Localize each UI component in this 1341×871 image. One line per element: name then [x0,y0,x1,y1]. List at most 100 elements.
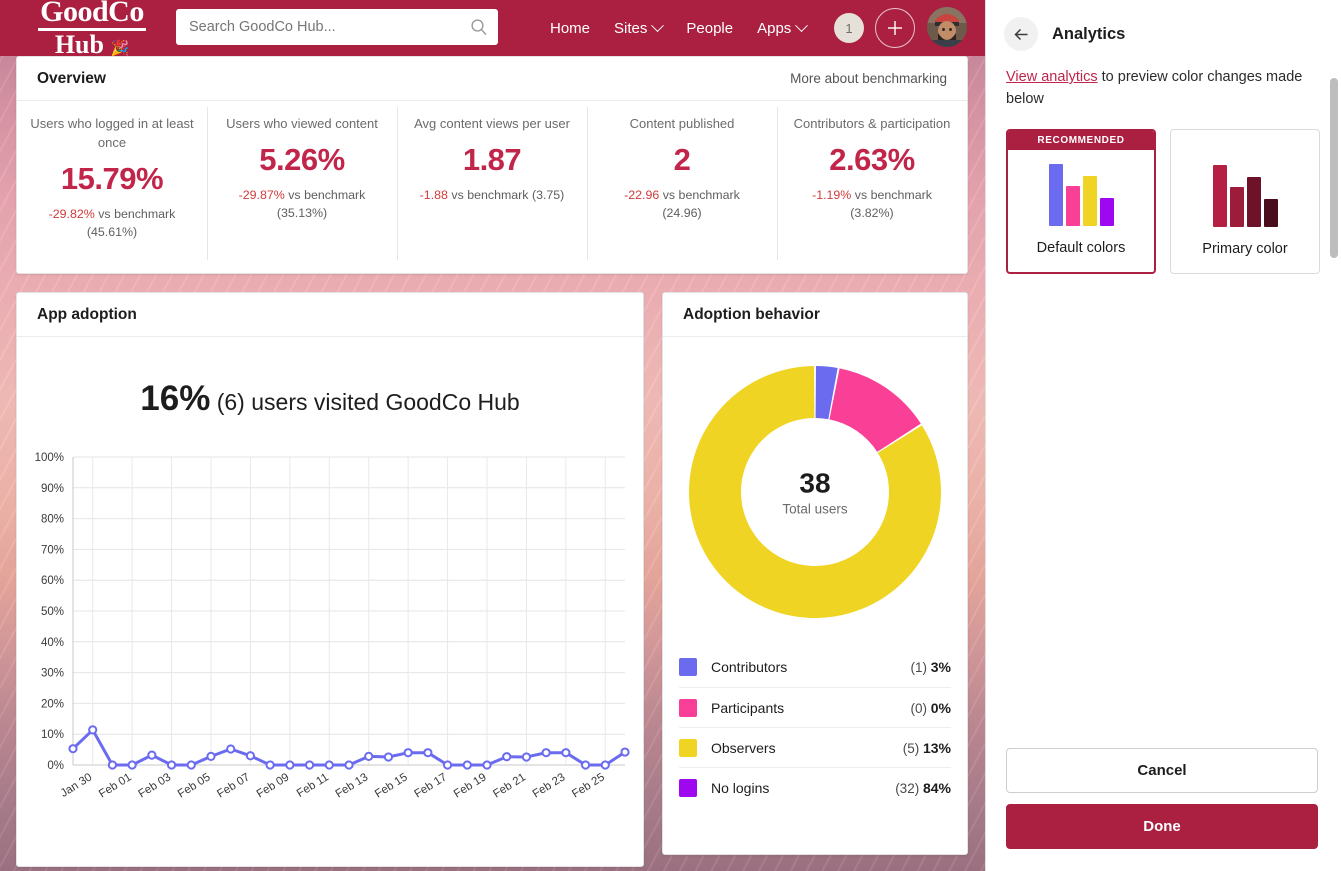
app-adoption-card-header: App adoption [17,293,643,337]
app-adoption-title: App adoption [37,306,137,324]
metric-contributors: Contributors & participation 2.63% -1.19… [777,101,967,274]
metric-bench-text: vs benchmark [288,188,365,202]
app-adoption-line-chart[interactable]: 0%10%20%30%40%50%60%70%80%90%100%Jan 30F… [17,445,643,815]
avatar-image [927,7,967,47]
logo-line-1: GoodCo [38,0,146,31]
svg-text:Feb 13: Feb 13 [334,771,371,800]
view-analytics-link[interactable]: View analytics [1006,69,1098,85]
color-option-primary-color[interactable]: Primary color [1170,129,1320,274]
svg-text:10%: 10% [41,729,64,741]
metric-benchmark: -1.19% vs benchmark (3.82%) [812,187,932,223]
svg-text:0%: 0% [47,760,64,772]
legend-swatch-icon [679,699,697,717]
legend-swatch-icon [679,658,697,676]
legend-item-participants[interactable]: Participants (0) 0% [679,687,951,727]
legend-label: No logins [711,780,895,796]
legend-label: Participants [711,700,911,716]
logo-line-2: Hub [55,30,104,59]
svg-text:70%: 70% [41,544,64,556]
more-about-benchmarking-link[interactable]: More about benchmarking [790,71,947,86]
legend-item-observers[interactable]: Observers (5) 13% [679,727,951,767]
metric-delta: -1.88 [420,188,448,202]
chevron-down-icon [795,19,808,32]
metric-delta: -1.19% [812,188,851,202]
legend-value: (5) 13% [903,740,951,756]
overview-card-header: Overview More about benchmarking [17,57,967,101]
svg-text:30%: 30% [41,668,64,680]
color-option-default-colors[interactable]: RECOMMENDED Default colors [1006,129,1156,274]
primary-nav: Home Sites People Apps [550,0,806,56]
svg-text:Feb 01: Feb 01 [97,771,134,800]
svg-text:Feb 11: Feb 11 [295,771,331,800]
logo-glyph-icon: 🎉 [110,41,129,57]
create-button[interactable] [875,8,915,48]
donut-chart[interactable]: 38 Total users [663,337,967,647]
search-icon[interactable] [470,18,488,36]
chevron-down-icon [652,19,665,32]
notification-badge[interactable]: 1 [834,13,864,43]
metric-value: 2 [674,142,691,178]
metric-label: Users who logged in at least once [25,115,199,153]
legend-item-contributors[interactable]: Contributors (1) 3% [679,647,951,687]
svg-text:Feb 19: Feb 19 [452,771,489,800]
nav-item-apps[interactable]: Apps [757,20,806,37]
metric-benchmark: -22.96 vs benchmark (24.96) [624,187,740,223]
nav-label-apps: Apps [757,20,791,37]
metric-benchmark: -29.87% vs benchmark (35.13%) [239,187,366,223]
primary-color-preview-icon [1171,130,1319,241]
svg-text:50%: 50% [41,606,64,618]
metric-bench-text: vs benchmark [663,188,740,202]
back-button[interactable] [1004,17,1038,51]
app-adoption-headline: 16% (6) users visited GoodCo Hub [17,379,643,419]
default-colors-preview-icon [1008,150,1154,240]
nav-item-people[interactable]: People [686,20,733,37]
legend-count: (0) [911,701,928,716]
metric-content-published: Content published 2 -22.96 vs benchmark … [587,101,777,274]
svg-text:20%: 20% [41,698,64,710]
metric-delta: -22.96 [624,188,659,202]
app-adoption-subtext: (6) users visited GoodCo Hub [217,389,520,415]
metric-value: 5.26% [259,142,344,178]
site-logo[interactable]: GoodCo Hub 🎉 [12,0,172,58]
nav-label-home: Home [550,20,590,37]
metric-viewed-content: Users who viewed content 5.26% -29.87% v… [207,101,397,274]
legend-label: Observers [711,740,903,756]
color-option-group: RECOMMENDED Default colors Primary color [986,111,1341,274]
metric-bench-value: (35.13%) [277,206,327,220]
legend-swatch-icon [679,739,697,757]
metric-label: Users who viewed content [226,115,378,134]
svg-text:Feb 03: Feb 03 [136,771,173,800]
donut-chart-svg[interactable] [681,358,949,626]
app-content-area: GoodCo Hub 🎉 Home Sites People Apps 1 [0,0,985,871]
adoption-behavior-title: Adoption behavior [683,306,820,324]
adoption-behavior-card: Adoption behavior 38 Total users Contrib… [662,292,968,855]
svg-text:Feb 15: Feb 15 [373,771,410,800]
nav-item-sites[interactable]: Sites [614,20,662,37]
done-button[interactable]: Done [1006,804,1318,849]
adoption-behavior-card-header: Adoption behavior [663,293,967,337]
svg-text:80%: 80% [41,514,64,526]
nav-label-sites: Sites [614,20,647,37]
svg-text:Feb 17: Feb 17 [412,771,449,800]
user-avatar[interactable] [927,7,967,47]
line-chart-svg[interactable]: 0%10%20%30%40%50%60%70%80%90%100%Jan 30F… [17,445,643,815]
metric-label: Avg content views per user [414,115,570,134]
legend-count: (1) [911,660,928,675]
metric-logged-in: Users who logged in at least once 15.79%… [17,101,207,274]
panel-description: View analytics to preview color changes … [986,51,1341,111]
app-adoption-percent: 16% [140,379,210,418]
metric-benchmark: -1.88 vs benchmark (3.75) [420,187,565,205]
svg-text:90%: 90% [41,483,64,495]
cancel-button[interactable]: Cancel [1006,748,1318,793]
nav-item-home[interactable]: Home [550,20,590,37]
search-bar[interactable] [176,9,498,45]
metric-avg-views: Avg content views per user 1.87 -1.88 vs… [397,101,587,274]
legend-label: Contributors [711,659,911,675]
overview-metrics: Users who logged in at least once 15.79%… [17,101,967,274]
svg-text:Feb 21: Feb 21 [491,771,528,800]
recommended-badge: RECOMMENDED [1008,131,1154,150]
legend-value: (32) 84% [895,780,951,796]
panel-scrollbar[interactable] [1330,78,1338,258]
legend-item-no-logins[interactable]: No logins (32) 84% [679,767,951,807]
search-input[interactable] [189,19,470,35]
